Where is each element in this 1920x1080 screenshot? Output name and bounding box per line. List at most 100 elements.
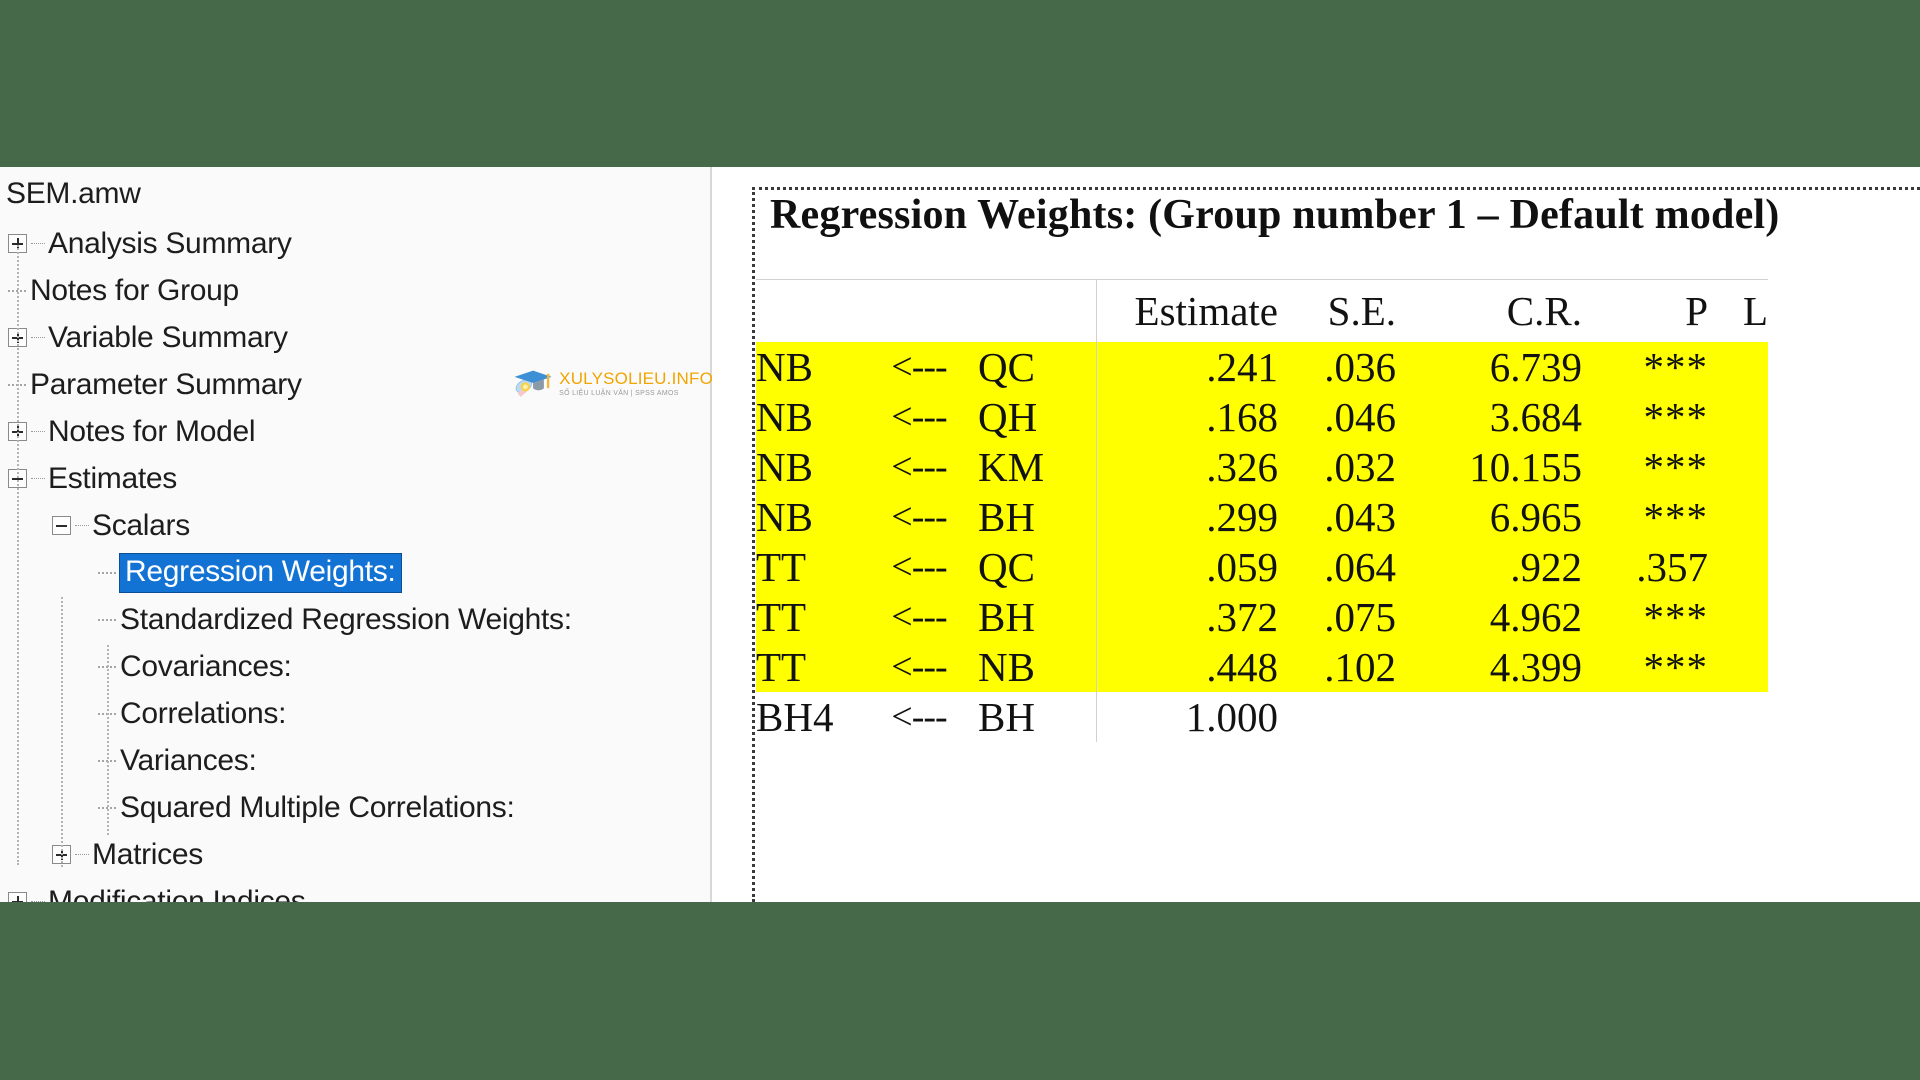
cell-se: .064 [1278, 541, 1396, 592]
screenshot-root: SEM.amw Analysis Summary Notes for Group V… [0, 0, 1920, 1080]
tree-item-scalars[interactable]: Scalars [52, 502, 190, 549]
cell-from: NB [756, 391, 860, 442]
tree-item-label[interactable]: Scalars [92, 509, 190, 543]
cell-from: TT [756, 641, 860, 692]
cell-estimate: .168 [1095, 391, 1278, 442]
cell-cr: 3.684 [1396, 391, 1582, 442]
tree-item-analysis-summary[interactable]: Analysis Summary [8, 220, 292, 267]
tree-item-label[interactable]: Variable Summary [48, 321, 288, 355]
tree-item-squared-multiple-correlations[interactable]: Squared Multiple Correlations: [98, 784, 515, 831]
header-blank [756, 279, 1097, 342]
tree-connector-icon [75, 524, 89, 527]
cell-p: *** [1582, 441, 1708, 492]
cell-from: BH4 [756, 691, 860, 742]
cell-from: NB [756, 491, 860, 542]
tree-item-matrices[interactable]: Matrices [52, 831, 203, 878]
tree-item-label[interactable]: Estimates [48, 462, 177, 496]
tree-item-variances[interactable]: Variances: [98, 737, 257, 784]
cell-estimate: .326 [1095, 441, 1278, 492]
output-text-pane: Regression Weights: (Group number 1 – De… [712, 167, 1920, 902]
tree-connector-icon [98, 618, 116, 621]
tree-connector-icon [75, 853, 89, 856]
tree-item-label[interactable]: Notes for Model [48, 415, 256, 449]
header-se: S.E. [1278, 279, 1396, 342]
tree-connector-icon [31, 900, 45, 902]
table-row: TT <--- BH .372.075 4.962 *** [756, 591, 1768, 642]
tree-connector-icon [31, 242, 45, 245]
cell-label [1708, 691, 1768, 742]
header-cr: C.R. [1396, 279, 1582, 342]
tree-item-label[interactable]: Covariances: [120, 650, 292, 684]
expand-icon[interactable] [8, 892, 27, 902]
collapse-icon[interactable] [52, 516, 71, 535]
cell-p: *** [1582, 591, 1708, 642]
cell-label [1708, 491, 1768, 542]
output-title: Regression Weights: (Group number 1 – De… [770, 192, 1780, 238]
table-head: Estimate S.E. C.R. P L [756, 279, 1768, 342]
tree-item-label[interactable]: Standardized Regression Weights: [120, 603, 572, 637]
cell-cr: 4.399 [1396, 641, 1582, 692]
cell-se: .036 [1278, 341, 1396, 392]
tree-item-notes-for-model[interactable]: Notes for Model [8, 408, 256, 455]
tree-item-notes-for-group[interactable]: Notes for Group [8, 267, 239, 314]
cell-arrow: <--- [860, 341, 978, 392]
tree-connector-icon [31, 477, 45, 480]
cell-from: TT [756, 541, 860, 592]
tree-item-label-selected[interactable]: Regression Weights: [119, 552, 402, 593]
tree-item-regression-weights[interactable]: Regression Weights: [98, 549, 402, 596]
cell-from: NB [756, 441, 860, 492]
cell-cr: 4.962 [1396, 591, 1582, 642]
tree-root-label[interactable]: SEM.amw [6, 177, 141, 211]
cell-p [1582, 691, 1708, 742]
cell-cr: 6.739 [1396, 341, 1582, 392]
cell-p: *** [1582, 391, 1708, 442]
cell-from: TT [756, 591, 860, 642]
cell-to: KM [978, 441, 1096, 492]
cell-p: *** [1582, 491, 1708, 542]
table-row: BH4 <--- BH 1.000 [756, 691, 1768, 742]
cell-arrow: <--- [860, 441, 978, 492]
tree-item-label[interactable]: Modification Indices [48, 885, 306, 903]
tree-item-label[interactable]: Matrices [92, 838, 203, 872]
cell-label [1708, 641, 1768, 692]
cell-from: NB [756, 341, 860, 392]
tree-item-correlations[interactable]: Correlations: [98, 690, 286, 737]
cell-to: QC [978, 341, 1096, 392]
cell-se [1278, 691, 1396, 742]
regression-weights-table: Estimate S.E. C.R. P L NB <--- QC .241.036 6… [756, 279, 1768, 742]
amos-output-window: SEM.amw Analysis Summary Notes for Group V… [0, 167, 1920, 902]
cell-arrow: <--- [860, 541, 978, 592]
tree-item-label[interactable]: Parameter Summary [30, 368, 302, 402]
cell-to: BH [978, 591, 1096, 642]
tree-item-label[interactable]: Analysis Summary [48, 227, 292, 261]
tree-item-label[interactable]: Notes for Group [30, 274, 239, 308]
cell-cr: 10.155 [1396, 441, 1582, 492]
cell-arrow: <--- [860, 591, 978, 642]
tree-item-parameter-summary[interactable]: Parameter Summary [8, 361, 302, 408]
cell-estimate: .448 [1095, 641, 1278, 692]
table-row: TT <--- NB .448.102 4.399 *** [756, 641, 1768, 692]
cell-se: .032 [1278, 441, 1396, 492]
cell-estimate: .372 [1095, 591, 1278, 642]
tree-item-label[interactable]: Variances: [120, 744, 257, 778]
tree-guide-line [61, 597, 63, 867]
cell-p: *** [1582, 641, 1708, 692]
tree-item-label[interactable]: Correlations: [120, 697, 286, 731]
tree-guide-line [107, 645, 109, 835]
cell-label [1708, 541, 1768, 592]
navigation-tree-pane[interactable]: SEM.amw Analysis Summary Notes for Group V… [0, 167, 712, 902]
cell-p: *** [1582, 341, 1708, 392]
cell-arrow: <--- [860, 391, 978, 442]
tree-item-estimates[interactable]: Estimates [8, 455, 177, 502]
tree-item-standardized-regression-weights[interactable]: Standardized Regression Weights: [98, 596, 572, 643]
tree-item-modification-indices[interactable]: Modification Indices [8, 878, 306, 903]
cell-cr: 6.965 [1396, 491, 1582, 542]
cell-arrow: <--- [860, 641, 978, 692]
cell-label [1708, 591, 1768, 642]
tree-item-variable-summary[interactable]: Variable Summary [8, 314, 288, 361]
cell-to: QH [978, 391, 1096, 442]
header-p: P [1582, 279, 1708, 342]
table-row: NB <--- BH .299.043 6.965 *** [756, 491, 1768, 542]
tree-item-label[interactable]: Squared Multiple Correlations: [120, 791, 515, 825]
tree-item-covariances[interactable]: Covariances: [98, 643, 292, 690]
